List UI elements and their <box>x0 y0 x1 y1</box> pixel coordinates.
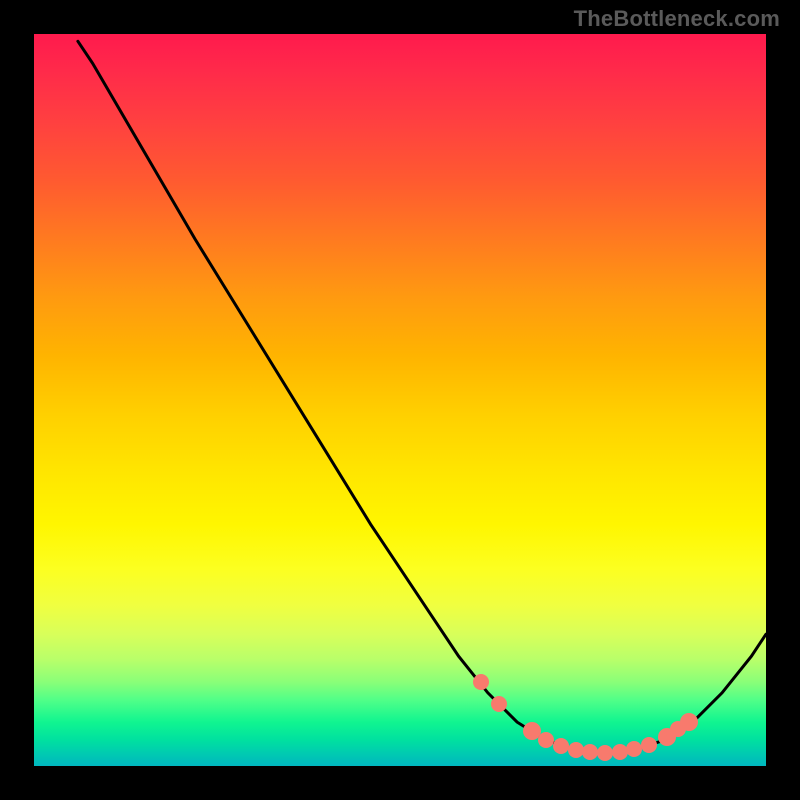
chart-marker <box>491 696 507 712</box>
chart-marker <box>473 674 489 690</box>
attribution-text: TheBottleneck.com <box>574 6 780 32</box>
chart-marker <box>612 744 628 760</box>
chart-marker <box>680 713 698 731</box>
chart-marker <box>641 737 657 753</box>
chart-marker <box>597 745 613 761</box>
chart-marker <box>582 744 598 760</box>
chart-marker <box>538 732 554 748</box>
chart-marker <box>568 742 584 758</box>
chart-marker <box>626 741 642 757</box>
chart-marker <box>553 738 569 754</box>
plot-area <box>34 34 766 766</box>
chart-markers <box>34 34 766 766</box>
